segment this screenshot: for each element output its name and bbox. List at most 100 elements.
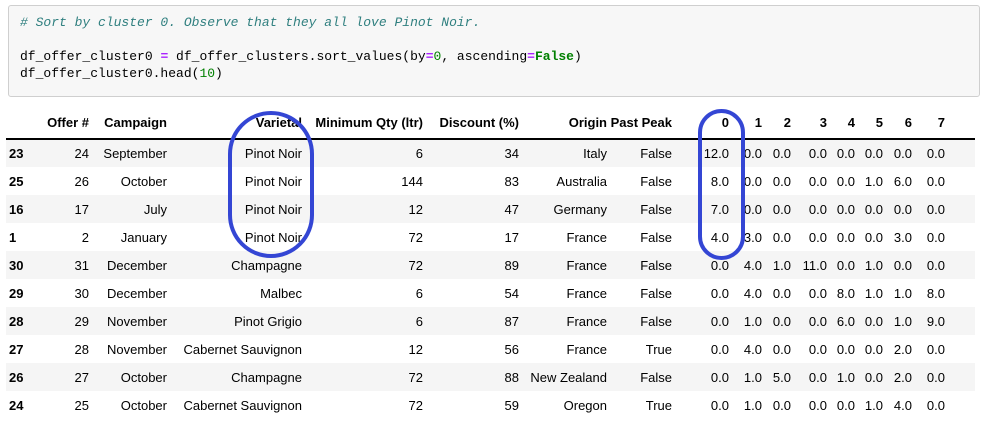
table-cell: January xyxy=(120,229,167,245)
table-cell: False xyxy=(640,229,672,245)
table-cell: 0.0 xyxy=(808,341,827,357)
table-cell: 27 xyxy=(74,369,89,385)
table-cell: 0.0 xyxy=(772,397,791,413)
column-header-7: 7 xyxy=(912,106,945,140)
table-cell: 1.0 xyxy=(864,397,883,413)
table-cell: 0.0 xyxy=(808,313,827,329)
table-cell: 6.0 xyxy=(893,173,912,189)
table-cell: Pinot Grigio xyxy=(234,313,302,329)
table-cell xyxy=(945,195,975,223)
table-cell: 89 xyxy=(504,257,519,273)
table-row: 29 30 December Malbec 6 54 France False 0.0 4.0 0.… xyxy=(6,279,975,307)
table-cell: 29 xyxy=(74,313,89,329)
table-cell: July xyxy=(143,201,167,217)
table-cell: 0.0 xyxy=(710,313,729,329)
code-line: df_offer_cluster0 = df_offer_clusters.so… xyxy=(20,48,968,65)
table-cell: 72 xyxy=(408,229,423,245)
row-index: 23 xyxy=(9,146,24,161)
table-cell: 1.0 xyxy=(864,173,883,189)
column-header-varietal: Varietal xyxy=(167,106,302,140)
table-cell: 3.0 xyxy=(893,229,912,245)
table-cell: 87 xyxy=(504,313,519,329)
table-cell: False xyxy=(640,313,672,329)
table-cell: New Zealand xyxy=(530,369,607,385)
table-cell: False xyxy=(640,369,672,385)
row-index: 28 xyxy=(9,313,24,329)
table-cell xyxy=(945,307,975,335)
table-cell: False xyxy=(640,146,672,161)
table-row: 1 2 January Pinot Noir 72 17 France False 4.0 3.0… xyxy=(6,223,975,251)
table-cell: 11.0 xyxy=(802,257,827,273)
table-cell: 0.0 xyxy=(836,257,855,273)
column-header-campaign: Campaign xyxy=(89,106,167,140)
table-cell: 0.0 xyxy=(772,341,791,357)
table-cell: 0.0 xyxy=(808,173,827,189)
table-cell: 1.0 xyxy=(743,313,762,329)
table-cell: 0.0 xyxy=(772,285,791,301)
table-cell: 144 xyxy=(401,173,423,189)
table-cell: 0.0 xyxy=(710,397,729,413)
code-token-number: 10 xyxy=(199,66,216,81)
table-cell: 4.0 xyxy=(743,285,762,301)
table-cell xyxy=(945,139,975,167)
table-cell xyxy=(945,223,975,251)
table-cell: 0.0 xyxy=(808,146,827,161)
table-cell: 0.0 xyxy=(926,173,945,189)
table-cell xyxy=(945,251,975,279)
table-cell: 0.0 xyxy=(808,201,827,217)
table-cell: 28 xyxy=(74,341,89,357)
table-cell: 0.0 xyxy=(710,257,729,273)
table-cell: 0.0 xyxy=(926,146,945,161)
code-editor[interactable]: # Sort by cluster 0. Observe that they a… xyxy=(20,14,968,82)
code-line: df_offer_cluster0.head(10) xyxy=(20,65,968,82)
table-cell: Malbec xyxy=(260,285,302,301)
row-index: 29 xyxy=(9,285,24,301)
table-cell: 0.0 xyxy=(926,229,945,245)
table-cell: 3.0 xyxy=(743,229,762,245)
table-cell: 0.0 xyxy=(836,397,855,413)
table-cell: 12.0 xyxy=(703,146,729,161)
table-cell: 1.0 xyxy=(864,257,883,273)
table-cell: 0.0 xyxy=(893,146,912,161)
table-cell: Australia xyxy=(556,173,607,189)
table-cell: France xyxy=(566,257,607,273)
table-header-row: Offer # Campaign Varietal Minimum Qty (ltr)… xyxy=(6,106,975,140)
column-header-6: 6 xyxy=(883,106,912,140)
table-cell: 4.0 xyxy=(893,397,912,413)
table-cell: 0.0 xyxy=(926,369,945,385)
table-cell: 1.0 xyxy=(893,285,912,301)
row-index: 27 xyxy=(9,341,24,357)
table-cell: 0.0 xyxy=(836,341,855,357)
table-cell: 17 xyxy=(74,201,89,217)
table-cell: November xyxy=(107,313,167,329)
column-header-2: 2 xyxy=(762,106,791,140)
table-cell: Cabernet Sauvignon xyxy=(183,397,302,413)
table-cell: 0.0 xyxy=(772,229,791,245)
notebook-page: { "code_cell": { "language": "python", "… xyxy=(0,0,987,431)
table-cell: 24 xyxy=(74,146,89,161)
table-cell: True xyxy=(645,341,672,357)
code-token-plain: df_offer_cluster0 xyxy=(20,49,161,64)
code-token-plain: ) xyxy=(573,49,582,64)
code-token-plain: df_offer_cluster0.head( xyxy=(20,66,200,81)
code-token-keyword: False xyxy=(534,49,574,64)
table-cell: 1.0 xyxy=(893,313,912,329)
table-cell: 25 xyxy=(74,397,89,413)
table-cell: 0.0 xyxy=(864,369,883,385)
table-cell: 4.0 xyxy=(710,229,729,245)
table-cell: 2.0 xyxy=(893,369,912,385)
table-cell: 83 xyxy=(504,173,519,189)
column-header-5: 5 xyxy=(855,106,883,140)
table-cell: 0.0 xyxy=(808,369,827,385)
column-header-discount-: Discount (%) xyxy=(423,106,519,140)
code-input-cell[interactable]: # Sort by cluster 0. Observe that they a… xyxy=(8,5,980,97)
table-cell: 6.0 xyxy=(836,313,855,329)
table-cell: 0.0 xyxy=(743,201,762,217)
table-cell: 31 xyxy=(74,257,89,273)
table-cell: 56 xyxy=(504,341,519,357)
table-cell: 1.0 xyxy=(772,257,791,273)
column-header-past-peak: Past Peak xyxy=(607,106,672,140)
table-cell: November xyxy=(107,341,167,357)
table-cell: 0.0 xyxy=(836,146,855,161)
